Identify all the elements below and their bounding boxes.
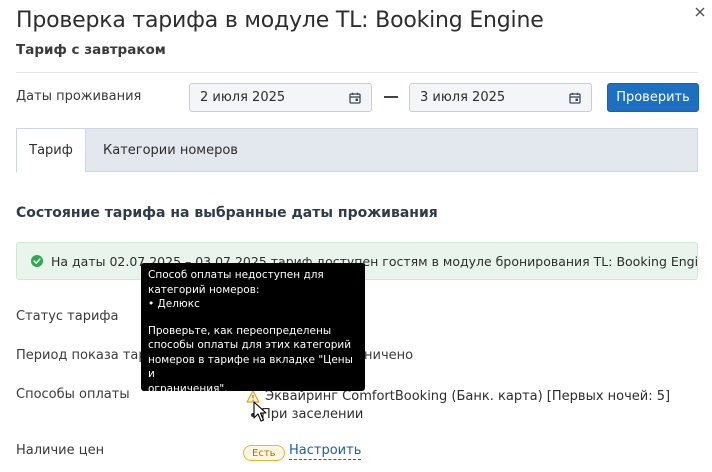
- tooltip-line: • Делюкс: [148, 298, 200, 310]
- tooltip-line: Способ оплаты недоступен для: [148, 269, 324, 281]
- tooltip-line: способы оплаты для этих категорий: [148, 339, 352, 351]
- payment-label: Способы оплаты: [16, 387, 130, 402]
- tabs-bar: Тариф Категории номеров: [16, 128, 698, 173]
- dialog-title: Проверка тарифа в модуле TL: Booking Eng…: [16, 8, 544, 33]
- tooltip-line: Проверьте, как переопределены: [148, 324, 332, 337]
- tooltip-line: номеров в тарифе на вкладке "Цены и: [148, 353, 353, 381]
- header-divider: [16, 72, 698, 73]
- configure-link[interactable]: Настроить: [289, 443, 362, 460]
- prices-label: Наличие цен: [16, 443, 105, 458]
- calendar-icon[interactable]: [349, 92, 361, 104]
- payment-method-text: При заселении: [261, 407, 364, 422]
- dialog-subtitle: Тариф с завтраком: [16, 42, 166, 58]
- dates-label: Даты проживания: [16, 89, 142, 104]
- check-circle-icon: [31, 255, 43, 267]
- date-from-input[interactable]: 2 июля 2025: [189, 83, 372, 112]
- status-label: Статус тарифа: [16, 309, 119, 324]
- period-value: ничено: [364, 348, 414, 363]
- date-to-value: 3 июля 2025: [420, 90, 506, 105]
- calendar-icon[interactable]: [569, 92, 581, 104]
- mouse-cursor-icon: [253, 401, 267, 422]
- tab-room-categories[interactable]: Категории номеров: [89, 129, 252, 172]
- tooltip-line: ограничения".: [148, 382, 228, 395]
- section-heading: Состояние тарифа на выбранные даты прожи…: [16, 205, 438, 221]
- date-range-dash: [384, 96, 398, 98]
- date-from-value: 2 июля 2025: [200, 90, 286, 105]
- prices-status-badge: Есть: [243, 445, 285, 461]
- tooltip-line: категорий номеров:: [148, 283, 260, 296]
- check-button[interactable]: Проверить: [607, 83, 699, 112]
- close-icon[interactable]: [694, 6, 706, 18]
- payment-tooltip: Способ оплаты недоступен для категорий н…: [141, 263, 365, 395]
- tab-tariff[interactable]: Тариф: [16, 128, 86, 173]
- date-to-input[interactable]: 3 июля 2025: [409, 83, 592, 112]
